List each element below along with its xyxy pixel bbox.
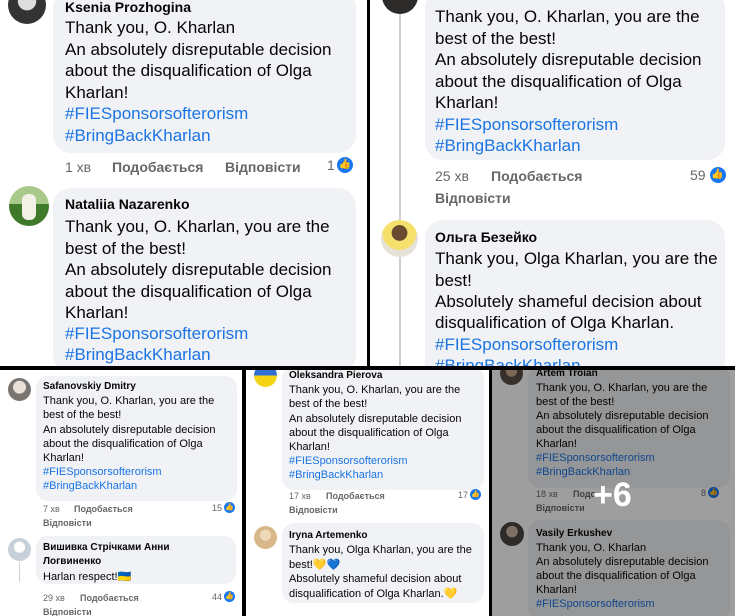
avatar[interactable] [8,378,31,401]
comment-time[interactable]: 25 хв [435,168,469,184]
reaction-count[interactable]: 1 👍 [327,157,353,173]
hashtag-link[interactable]: #FIESponsorsofterorism [435,335,618,355]
panel-bottom-middle: Oleksandra Pierova Thank you, O. Kharlan… [246,370,489,616]
panel-bottom-left: Safanovskiy Dmitry Thank you, O. Kharlan… [0,370,242,616]
comment-text: best!💛💙 [289,559,341,571]
comment-author[interactable]: Вишивка Стрічками Анни [43,542,170,553]
thumbs-up-icon: 👍 [336,157,353,173]
hashtag-link[interactable]: #FIESponsorsofterorism [65,324,248,344]
comment-text: Kharlan! [289,441,330,453]
thumbs-up-icon: 👍 [224,502,236,513]
reaction-count[interactable]: 44 👍 [212,591,236,602]
comment-text: Thank you, Olga Kharlan, you are the [435,249,718,268]
comment-text: Absolutely shameful decision about [435,292,702,311]
comment-text: best of the best! [43,409,122,421]
reply-button[interactable]: Відповісти [43,607,92,616]
comment-text: about the disqualification of Olga [43,438,203,450]
thumbs-up-icon: 👍 [709,167,726,183]
hashtag-link[interactable]: #FIESponsorsofterorism [65,104,248,124]
comment-text: disqualification of Olga Kharlan. [435,313,675,332]
comment-author[interactable]: Ksenia Prozhogina [65,0,191,15]
panel-top-right: Thank you, O. Kharlan, you are the best … [370,0,735,366]
comment-author[interactable]: Ольга Безейко [435,229,537,245]
reply-button[interactable]: Відповісти [43,518,92,528]
comment-text: Thank you, O. Kharlan [65,18,236,37]
comment-text: Thank you, O. Kharlan, you are the [289,384,461,396]
comment-time[interactable]: 7 хв [43,504,60,514]
comment-text: Harlan respect!🇺🇦 [43,571,132,583]
comment-text: An absolutely disreputable decision [435,50,702,69]
reaction-count[interactable]: 15 👍 [212,502,236,513]
comment-text: Thank you, O. Kharlan, you are the [65,217,330,236]
hashtag-link[interactable]: #FIESponsorsofterorism [435,115,618,135]
avatar[interactable] [254,526,277,549]
panel-top-left: Ksenia Prozhogina Thank you, O. Kharlan … [0,0,367,366]
comment-text: Absolutely shameful decision about [289,573,462,585]
comment-text: best! [435,271,472,290]
comment-text: Kharlan! [65,83,129,102]
thread-line [19,562,20,582]
comment-text: An absolutely disreputable decision [43,424,216,436]
like-button[interactable]: Подобається [74,504,133,514]
comment-text: about the disqualification of Olga [65,61,312,80]
comment-author[interactable]: Safanovskiy Dmitry [43,381,136,392]
comment-time[interactable]: 17 хв [289,491,311,501]
thread-line [399,14,401,366]
comment-text: about the disqualification of Olga [435,72,682,91]
like-button[interactable]: Подобається [112,159,203,175]
comment-text: An absolutely disreputable decision [65,260,332,279]
comment-author[interactable]: Логвиненко [43,556,101,567]
reply-button[interactable]: Відповісти [289,505,338,515]
comment-text: disqualification of Olga Kharlan.💛 [289,588,458,600]
comment-text: Kharlan! [65,303,129,322]
comment-text: best of the best! [435,29,556,48]
comment-text: best of the best! [65,239,186,258]
reaction-count[interactable]: 59 👍 [690,167,726,183]
hashtag-link[interactable]: #BringBackKharlan [43,480,137,492]
hashtag-link[interactable]: #BringBackKharlan [435,356,581,366]
comment-text: Thank you, Olga Kharlan, you are the [289,544,472,556]
comment-text: about the disqualification of Olga [65,282,312,301]
like-button[interactable]: Подобається [80,593,139,603]
hashtag-link[interactable]: #BringBackKharlan [289,469,383,481]
comment-author[interactable]: Oleksandra Pierova [289,370,382,381]
hashtag-link[interactable]: #BringBackKharlan [435,136,581,156]
hashtag-link[interactable]: #FIESponsorsofterorism [289,455,408,467]
thumbs-up-icon: 👍 [470,489,482,500]
more-images-overlay[interactable]: +6 [593,476,632,515]
comment-time[interactable]: 1 хв [65,159,91,175]
reaction-count[interactable]: 17 👍 [458,489,482,500]
hashtag-link[interactable]: #BringBackKharlan [65,126,211,146]
hashtag-link[interactable]: #FIESponsorsofterorism [43,466,162,478]
comment-text: best of the best! [289,398,368,410]
avatar[interactable] [9,186,49,226]
thumbs-up-icon: 👍 [224,591,236,602]
comment-author[interactable]: Iryna Artemenko [289,530,368,541]
comment-author[interactable]: Nataliia Nazarenko [65,196,190,212]
avatar[interactable] [254,370,277,387]
reply-button[interactable]: Відповісти [435,190,511,206]
comment-text: An absolutely disreputable decision [289,413,462,425]
avatar[interactable] [8,538,31,561]
comment-text: Thank you, O. Kharlan, you are the [435,7,700,26]
reply-button[interactable]: Відповісти [225,159,301,175]
comment-text: about the disqualification of Olga [289,427,449,439]
like-button[interactable]: Подобається [326,491,385,501]
comment-time[interactable]: 29 хв [43,593,65,603]
avatar[interactable] [381,220,418,257]
comment-text: Kharlan! [435,93,499,112]
comment-text: Thank you, O. Kharlan, you are the [43,395,215,407]
avatar[interactable] [382,0,418,14]
hashtag-link[interactable]: #BringBackKharlan [65,345,211,365]
avatar[interactable] [8,0,46,24]
comment-text: Kharlan! [43,452,84,464]
like-button[interactable]: Подобається [491,168,582,184]
comment-text: An absolutely disreputable decision [65,40,332,59]
